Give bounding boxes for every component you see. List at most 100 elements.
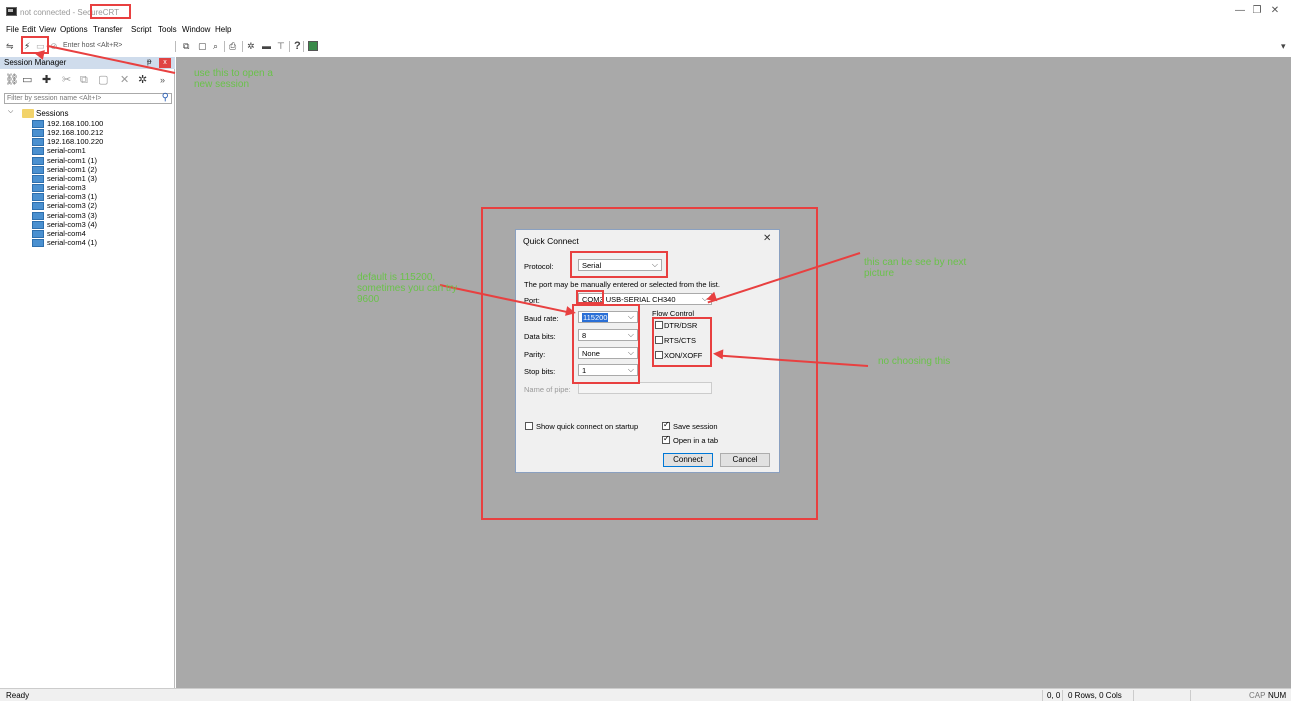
menu-window[interactable]: Window [182,25,210,34]
new-tab-icon[interactable]: ▭ [22,74,32,86]
annotation-box-port [576,290,604,304]
session-item-label: 192.168.100.212 [47,128,104,138]
menu-transfer[interactable]: Transfer [93,25,123,34]
status-ready: Ready [6,691,30,700]
enter-host-field[interactable]: Enter host <Alt+R> [63,42,122,49]
session-item-label: serial-com3 (1) [47,192,98,202]
screen-icon[interactable] [308,41,318,51]
monitor-icon [32,138,44,147]
copy-session-icon[interactable]: ⧉ [80,74,88,86]
session-item-label: 192.168.100.220 [47,137,104,147]
main-toolbar: ⇋ ⚡ ▭ ⊘ Enter host <Alt+R> ⧉ ▢ ⌕ ⎙ ✲ ▬ ⊤… [0,36,1291,56]
keymap-icon[interactable]: ▬ [262,41,271,51]
status-separator [1062,690,1063,701]
session-filter-input[interactable]: Filter by session name <Alt+I> ⚲ [4,92,172,104]
annotation-box-serial-params [572,304,640,384]
cut-icon[interactable]: ✂ [62,74,71,86]
note-baud: default is 115200, sometimes you can try… [357,272,457,305]
monitor-icon [32,165,44,174]
note-new-session: use this to open a new session [194,68,273,90]
session-options-icon[interactable]: ✲ [138,74,147,86]
session-item-label: serial-com3 (2) [47,201,98,211]
securecrt-app-icon [6,7,17,16]
note-new-session-line1: use this to open a [194,68,273,79]
add-session-icon[interactable]: ✚ [42,74,51,86]
session-manager-toolbar: ⛓ ▭ ✚ ✂ ⧉ ▢ ✕ ✲ » [0,71,175,91]
session-item-label: serial-com1 (3) [47,173,98,183]
restore-button[interactable]: ❐ [1250,5,1264,17]
menu-help[interactable]: Help [215,25,231,34]
monitor-icon [32,202,44,211]
session-manager-panel: Session Manager ᵽ x ⛓ ▭ ✚ ✂ ⧉ ▢ ✕ ✲ » Fi… [0,57,175,688]
session-item-label: serial-com3 (4) [47,219,98,229]
toolbar-overflow-icon[interactable]: ▾ [1281,41,1286,51]
annotation-arrowhead-new-session [33,48,45,60]
copy-icon[interactable]: ⧉ [183,41,189,51]
title-bar: not connected - SecureCRT — ❐ ✕ [0,0,1291,22]
note-baud-line2: sometimes you can try [357,283,458,294]
sftp-icon[interactable]: ⊤ [277,41,285,51]
monitor-icon [32,174,44,183]
toolbar-separator [303,41,304,52]
note-baud-line1: default is 115200, [357,272,436,283]
minimize-button[interactable]: — [1233,5,1247,17]
menu-view[interactable]: View [39,25,56,34]
toolbar-separator [175,41,176,52]
session-item-label: serial-com3 (3) [47,210,98,220]
menu-file[interactable]: File [6,25,19,34]
note-port: this can be see by next picture [864,257,966,279]
annotation-arrowhead-flow [712,348,724,360]
folder-icon [22,109,34,118]
menu-edit[interactable]: Edit [22,25,36,34]
monitor-icon [32,129,44,138]
menu-tools[interactable]: Tools [158,25,177,34]
session-item-label: serial-com4 (1) [47,237,98,247]
pin-icon[interactable]: ᵽ [147,57,151,66]
delete-icon[interactable]: ✕ [120,74,129,86]
status-separator [1133,690,1134,701]
status-bar: Ready 0, 0 0 Rows, 0 Cols CAP NUM [0,688,1291,701]
note-port-line2: picture [864,268,895,279]
monitor-icon [32,193,44,202]
annotation-box-flow-control [652,317,712,367]
status-num: NUM [1268,691,1287,700]
monitor-icon [32,211,44,220]
link-icon[interactable]: ⛓ [5,74,19,86]
find-icon[interactable]: ⌕ [213,41,218,51]
status-position: 0, 0 [1047,691,1061,700]
monitor-icon [32,229,44,238]
settings-icon[interactable]: ✲ [247,41,255,51]
session-manager-close-button[interactable]: x [159,58,171,68]
session-manager-title: Session Manager [4,58,67,67]
monitor-icon [32,147,44,156]
expand-chevron-icon[interactable]: ⌵ [8,108,13,116]
close-window-button[interactable]: ✕ [1268,5,1282,17]
more-icon[interactable]: » [160,74,165,86]
session-item-label: serial-com3 [47,183,86,193]
monitor-icon [32,156,44,165]
menu-script[interactable]: Script [131,25,151,34]
filter-placeholder: Filter by session name <Alt+I> [7,95,102,102]
monitor-icon [32,184,44,193]
status-rows-cols: 0 Rows, 0 Cols [1068,691,1122,700]
status-separator [1190,690,1191,701]
print-icon[interactable]: ⎙ [229,41,236,51]
session-item-label: 192.168.100.100 [47,119,104,128]
note-new-session-line2: new session [194,79,250,90]
monitor-icon [32,120,44,128]
toolbar-separator [224,41,225,52]
help-icon[interactable]: ? [294,41,301,52]
monitor-icon [32,238,44,247]
annotation-box-protocol [570,251,668,278]
menu-options[interactable]: Options [60,25,88,34]
connect-icon[interactable]: ⇋ [6,41,14,51]
paste-session-icon[interactable]: ▢ [98,74,108,86]
note-flow: no choosing this [878,356,951,367]
paste-icon[interactable]: ▢ [198,41,207,51]
session-item-label: serial-com4 [47,228,86,238]
sessions-folder-label: Sessions [36,109,69,118]
session-item-label: serial-com1 (2) [47,164,98,174]
status-cap: CAP [1249,691,1266,700]
window-title-status: not connected - [20,8,78,17]
search-icon[interactable]: ⚲ [162,92,169,103]
